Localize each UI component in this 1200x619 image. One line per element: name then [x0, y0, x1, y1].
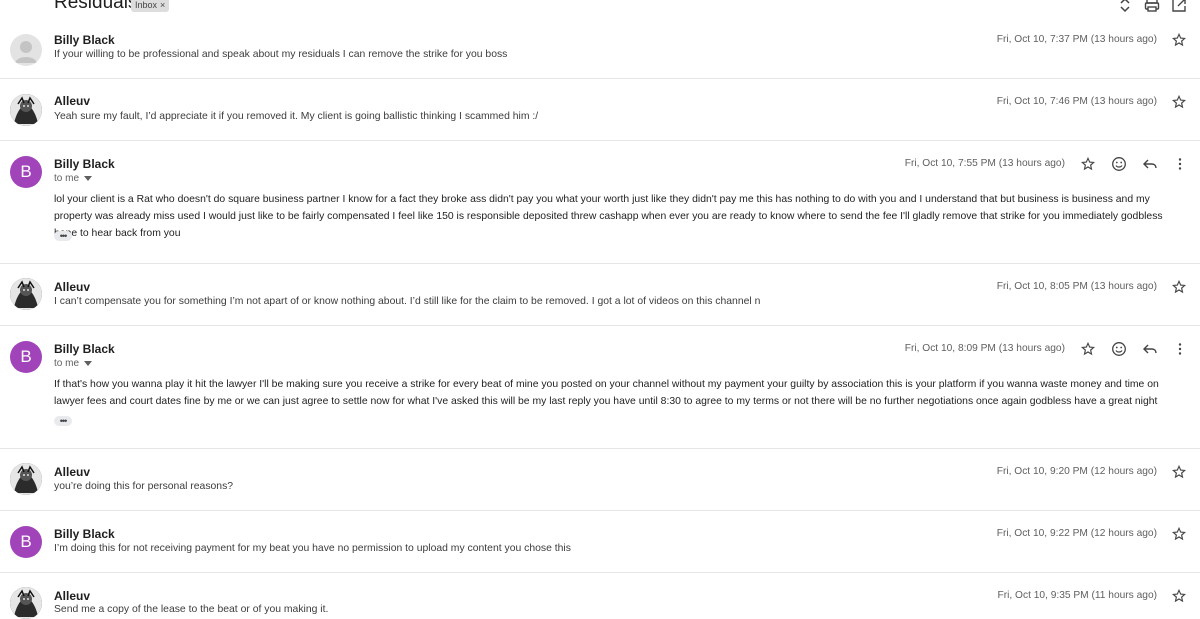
- avatar: B: [10, 526, 42, 558]
- message-snippet: If your willing to be professional and s…: [54, 49, 508, 60]
- star-icon[interactable]: [1171, 526, 1187, 541]
- star-icon[interactable]: [1080, 156, 1096, 171]
- more-vert-icon[interactable]: [1172, 341, 1188, 357]
- sender-name: Alleuv: [54, 280, 91, 294]
- message-date: Fri, Oct 10, 9:35 PM (11 hours ago): [997, 590, 1157, 601]
- recipient-text: to me: [54, 358, 80, 369]
- message-snippet: you’re doing this for personal reasons?: [54, 481, 234, 492]
- message-date: Fri, Oct 10, 9:22 PM (12 hours ago): [996, 528, 1157, 539]
- message-body: If that's how you wanna play it hit the …: [54, 379, 1159, 407]
- message-snippet: Send me a copy of the lease to the beat …: [54, 604, 329, 615]
- message-date: Fri, Oct 10, 7:46 PM (13 hours ago): [996, 96, 1157, 107]
- sender-name: Billy Black: [54, 527, 115, 541]
- thread-header: Residuals Inbox ×: [0, 0, 1200, 15]
- star-icon[interactable]: [1171, 32, 1187, 47]
- sender-name: Alleuv: [54, 465, 91, 479]
- message-divider: [0, 572, 1200, 573]
- message-snippet: I can’t compensate you for something I’m…: [54, 296, 761, 307]
- sender-name: Alleuv: [54, 94, 91, 108]
- message-date: Fri, Oct 10, 7:37 PM (13 hours ago): [996, 34, 1157, 45]
- open-in-new-window-icon[interactable]: [1171, 0, 1187, 13]
- show-trimmed-content-button[interactable]: •••: [54, 416, 72, 426]
- sender-name: Billy Black: [54, 157, 115, 171]
- message-date: Fri, Oct 10, 8:05 PM (13 hours ago): [996, 281, 1157, 292]
- inbox-label-chip[interactable]: Inbox ×: [131, 0, 170, 12]
- star-icon[interactable]: [1080, 341, 1096, 356]
- thread-subject: Residuals: [54, 0, 138, 13]
- reply-icon[interactable]: [1142, 156, 1158, 172]
- avatar: [10, 34, 42, 66]
- avatar: B: [10, 341, 42, 373]
- sender-name: Billy Black: [54, 33, 115, 47]
- label-text: Inbox: [135, 0, 158, 10]
- recipient-text: to me: [54, 173, 80, 184]
- message-divider: [0, 448, 1200, 449]
- recipient-toggle[interactable]: to me: [54, 173, 93, 184]
- reply-icon[interactable]: [1142, 341, 1158, 357]
- chevron-down-icon: [84, 175, 93, 181]
- star-icon[interactable]: [1171, 588, 1187, 603]
- message-divider: [0, 325, 1200, 326]
- remove-label-icon[interactable]: ×: [160, 0, 165, 12]
- more-vert-icon[interactable]: [1172, 156, 1188, 172]
- message-body: lol your client is a Rat who doesn't do …: [54, 194, 1163, 239]
- message-snippet: I’m doing this for not receiving payment…: [54, 543, 571, 554]
- avatar: B: [10, 156, 42, 188]
- message-divider: [0, 263, 1200, 264]
- unfold-icon[interactable]: [1117, 0, 1133, 13]
- show-trimmed-content-button[interactable]: •••: [54, 231, 72, 241]
- avatar: [10, 463, 42, 495]
- emoji-reaction-icon[interactable]: [1111, 156, 1127, 172]
- sender-name: Billy Black: [54, 342, 115, 356]
- avatar: [10, 278, 42, 310]
- message-snippet: Yeah sure my fault, I’d appreciate it if…: [54, 111, 539, 122]
- message-divider: [0, 140, 1200, 141]
- star-icon[interactable]: [1171, 94, 1187, 109]
- message-date: Fri, Oct 10, 9:20 PM (12 hours ago): [996, 466, 1157, 477]
- avatar: [10, 587, 42, 619]
- recipient-toggle[interactable]: to me: [54, 358, 93, 369]
- message-divider: [0, 78, 1200, 79]
- avatar: [10, 94, 42, 126]
- message-divider: [0, 510, 1200, 511]
- sender-name: Alleuv: [54, 589, 91, 603]
- chevron-down-icon: [84, 360, 93, 366]
- star-icon[interactable]: [1171, 279, 1187, 294]
- print-icon[interactable]: [1144, 0, 1160, 13]
- message-date: Fri, Oct 10, 7:55 PM (13 hours ago): [904, 158, 1065, 169]
- star-icon[interactable]: [1171, 464, 1187, 479]
- message-date: Fri, Oct 10, 8:09 PM (13 hours ago): [904, 343, 1065, 354]
- emoji-reaction-icon[interactable]: [1111, 341, 1127, 357]
